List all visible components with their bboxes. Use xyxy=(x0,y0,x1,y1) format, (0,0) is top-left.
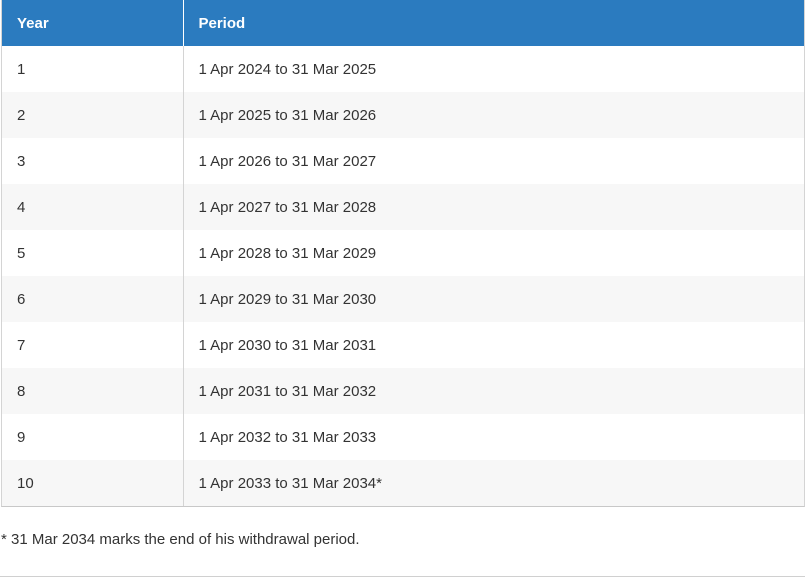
cell-year: 8 xyxy=(2,368,184,414)
cell-year: 10 xyxy=(2,460,184,506)
cell-year: 6 xyxy=(2,276,184,322)
cell-period: 1 Apr 2030 to 31 Mar 2031 xyxy=(183,322,804,368)
table-row: 4 1 Apr 2027 to 31 Mar 2028 xyxy=(2,184,804,230)
cell-period: 1 Apr 2032 to 31 Mar 2033 xyxy=(183,414,804,460)
header-period: Period xyxy=(183,0,804,46)
header-year: Year xyxy=(2,0,184,46)
table-row: 9 1 Apr 2032 to 31 Mar 2033 xyxy=(2,414,804,460)
cell-period: 1 Apr 2028 to 31 Mar 2029 xyxy=(183,230,804,276)
cell-year: 9 xyxy=(2,414,184,460)
cell-period: 1 Apr 2029 to 31 Mar 2030 xyxy=(183,276,804,322)
cell-period: 1 Apr 2026 to 31 Mar 2027 xyxy=(183,138,804,184)
table-row: 1 1 Apr 2024 to 31 Mar 2025 xyxy=(2,46,804,92)
divider xyxy=(0,576,805,577)
cell-period: 1 Apr 2027 to 31 Mar 2028 xyxy=(183,184,804,230)
withdrawal-period-table-container: Year Period 1 1 Apr 2024 to 31 Mar 2025 … xyxy=(1,0,805,507)
cell-period: 1 Apr 2024 to 31 Mar 2025 xyxy=(183,46,804,92)
table-row: 2 1 Apr 2025 to 31 Mar 2026 xyxy=(2,92,804,138)
table-row: 8 1 Apr 2031 to 31 Mar 2032 xyxy=(2,368,804,414)
footnote: * 31 Mar 2034 marks the end of his withd… xyxy=(1,531,360,548)
cell-year: 7 xyxy=(2,322,184,368)
table-row: 5 1 Apr 2028 to 31 Mar 2029 xyxy=(2,230,804,276)
table-row: 7 1 Apr 2030 to 31 Mar 2031 xyxy=(2,322,804,368)
table-header-row: Year Period xyxy=(2,0,804,46)
table-row: 3 1 Apr 2026 to 31 Mar 2027 xyxy=(2,138,804,184)
table-row: 10 1 Apr 2033 to 31 Mar 2034* xyxy=(2,460,804,506)
cell-year: 2 xyxy=(2,92,184,138)
cell-period: 1 Apr 2025 to 31 Mar 2026 xyxy=(183,92,804,138)
cell-year: 1 xyxy=(2,46,184,92)
cell-year: 5 xyxy=(2,230,184,276)
table-row: 6 1 Apr 2029 to 31 Mar 2030 xyxy=(2,276,804,322)
cell-year: 3 xyxy=(2,138,184,184)
cell-year: 4 xyxy=(2,184,184,230)
withdrawal-period-table: Year Period 1 1 Apr 2024 to 31 Mar 2025 … xyxy=(2,0,804,506)
cell-period: 1 Apr 2033 to 31 Mar 2034* xyxy=(183,460,804,506)
cell-period: 1 Apr 2031 to 31 Mar 2032 xyxy=(183,368,804,414)
